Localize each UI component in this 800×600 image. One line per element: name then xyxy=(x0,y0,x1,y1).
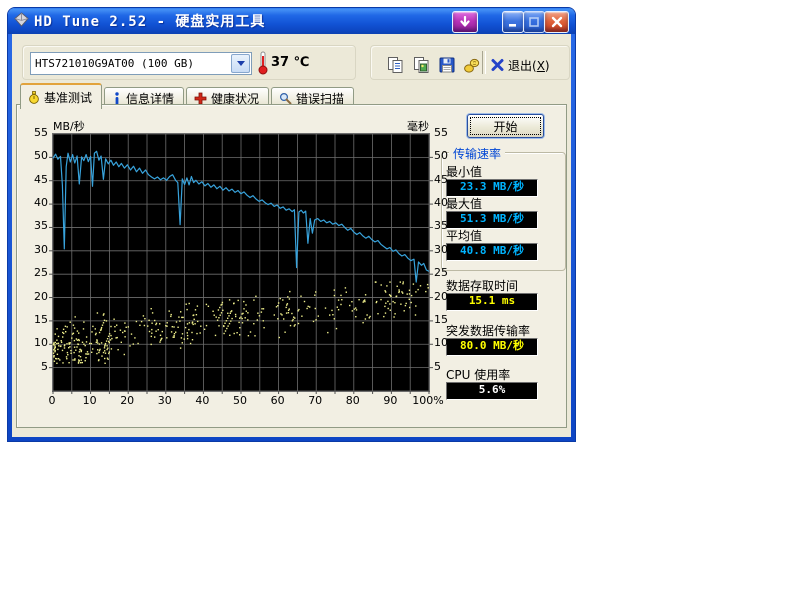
focus-rect xyxy=(470,117,541,135)
start-button[interactable]: 开始 xyxy=(467,114,544,138)
minimize-button[interactable] xyxy=(502,11,524,33)
y-tick-left: 35 xyxy=(20,219,48,232)
left-axis-title: MB/秒 xyxy=(53,118,85,134)
right-axis-title: 毫秒 xyxy=(362,118,429,134)
donate-button[interactable] xyxy=(461,54,483,76)
x-tick: 100% xyxy=(412,394,444,407)
x-tick: 70 xyxy=(299,394,331,407)
tab-benchmark[interactable]: 基准测试 xyxy=(20,83,102,109)
y-tick-right: 20 xyxy=(434,290,464,303)
x-tick: 10 xyxy=(74,394,106,407)
y-tick-left: 5 xyxy=(20,360,48,373)
x-tick: 60 xyxy=(262,394,294,407)
close-icon xyxy=(551,16,563,28)
down-arrow-icon xyxy=(459,16,471,29)
exit-button[interactable]: 退出(X) xyxy=(490,54,550,76)
toolbar-separator xyxy=(482,51,486,74)
y-tick-left: 20 xyxy=(20,290,48,303)
drive-select-arrow[interactable] xyxy=(231,54,250,73)
y-tick-left: 15 xyxy=(20,313,48,326)
y-tick-right: 30 xyxy=(434,243,464,256)
y-tick-right: 35 xyxy=(434,219,464,232)
stopwatch-icon xyxy=(28,91,40,104)
x-tick: 20 xyxy=(111,394,143,407)
y-tick-left: 10 xyxy=(20,336,48,349)
x-tick: 90 xyxy=(374,394,406,407)
chevron-down-icon xyxy=(237,61,245,66)
x-tick: 40 xyxy=(186,394,218,407)
app-icon xyxy=(14,12,29,30)
x-tick: 0 xyxy=(36,394,68,407)
copy-icon xyxy=(387,56,404,74)
maximize-icon xyxy=(528,16,540,28)
y-tick-right: 5 xyxy=(434,360,464,373)
exit-x-icon xyxy=(490,58,505,72)
y-tick-right: 25 xyxy=(434,266,464,279)
x-tick: 30 xyxy=(149,394,181,407)
save-button[interactable] xyxy=(436,54,458,76)
x-tick: 50 xyxy=(224,394,256,407)
thermometer-icon xyxy=(257,51,269,78)
cpu-usage-value: 5.6% xyxy=(446,382,538,400)
y-tick-left: 25 xyxy=(20,266,48,279)
drive-select-value: HTS721010G9AT00 (100 GB) xyxy=(31,57,230,70)
y-tick-right: 50 xyxy=(434,149,464,162)
client-area: HTS721010G9AT00 (100 GB) 37 ℃ xyxy=(12,34,571,437)
y-tick-right: 45 xyxy=(434,173,464,186)
benchmark-chart xyxy=(52,133,430,392)
y-tick-left: 55 xyxy=(20,126,48,139)
save-icon xyxy=(438,56,456,74)
temperature-reading: 37 ℃ xyxy=(271,55,309,70)
hd-tune-window: HD Tune 2.52 - 硬盘实用工具 HTS721010G9AT00 (1… xyxy=(8,8,575,441)
y-tick-left: 50 xyxy=(20,149,48,162)
exit-label: 退出(X) xyxy=(508,57,550,74)
copy-picture-button[interactable] xyxy=(410,54,432,76)
window-title: HD Tune 2.52 - 硬盘实用工具 xyxy=(34,11,265,31)
copy-picture-icon xyxy=(413,56,430,74)
y-tick-right: 10 xyxy=(434,336,464,349)
donate-coins-icon xyxy=(463,56,481,74)
titlebar[interactable]: HD Tune 2.52 - 硬盘实用工具 xyxy=(8,8,575,34)
drive-select[interactable]: HTS721010G9AT00 (100 GB) xyxy=(30,52,252,75)
y-tick-left: 30 xyxy=(20,243,48,256)
copy-button[interactable] xyxy=(384,54,406,76)
y-tick-left: 40 xyxy=(20,196,48,209)
y-tick-right: 40 xyxy=(434,196,464,209)
y-tick-right: 15 xyxy=(434,313,464,326)
close-button[interactable] xyxy=(544,11,569,33)
download-button[interactable] xyxy=(452,11,478,33)
x-tick: 80 xyxy=(337,394,369,407)
minimize-icon xyxy=(507,16,519,28)
maximize-button[interactable] xyxy=(523,11,545,33)
desktop: HD Tune 2.52 - 硬盘实用工具 HTS721010G9AT00 (1… xyxy=(0,0,800,600)
y-tick-left: 45 xyxy=(20,173,48,186)
y-tick-right: 55 xyxy=(434,126,464,139)
